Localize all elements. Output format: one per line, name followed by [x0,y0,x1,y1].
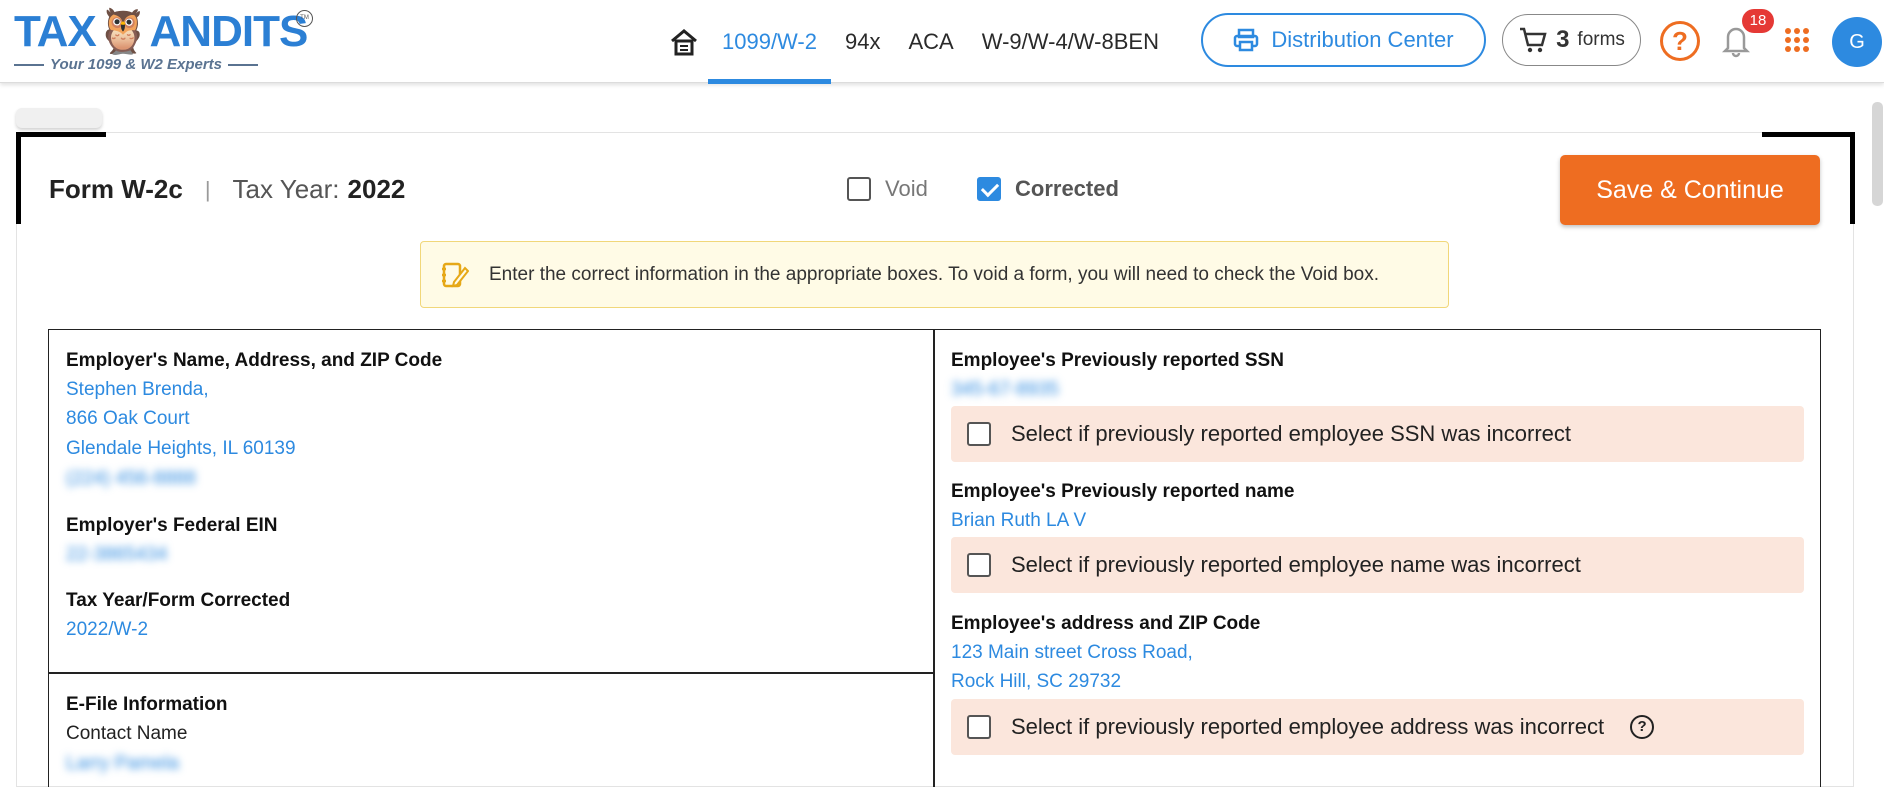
corrected-label: Corrected [1015,176,1119,201]
nav-aca[interactable]: ACA [894,20,967,64]
nav-w9-w4-w8ben[interactable]: W-9/W-4/W-8BEN [968,20,1173,64]
info-notice: Enter the correct information in the app… [420,241,1449,308]
contact-name-label: Contact Name [66,723,188,744]
employer-name[interactable]: Stephen Brenda, [66,379,209,401]
employer-ein-label: Employer's Federal EIN [66,515,278,536]
distribution-center-button[interactable]: Distribution Center [1201,13,1486,67]
avatar[interactable]: G [1832,17,1882,67]
notice-text: Enter the correct information in the app… [489,263,1379,285]
column-divider [933,329,935,787]
name-incorrect-checkbox[interactable] [967,553,991,577]
void-checkbox[interactable] [847,177,871,201]
ssn-incorrect-label: Select if previously reported employee S… [1011,421,1572,446]
note-edit-icon [442,262,469,287]
ssn-incorrect-option[interactable]: Select if previously reported employee S… [951,406,1804,462]
form-title: Form W-2c | Tax Year: 2022 [49,174,405,205]
cart-icon [1520,27,1547,53]
tax-year-form-value[interactable]: 2022/W-2 [66,619,148,641]
employee-address-line2[interactable]: Rock Hill, SC 29732 [951,671,1121,693]
employee-address-label: Employee's address and ZIP Code [951,613,1261,634]
address-incorrect-checkbox[interactable] [967,715,991,739]
help-icon[interactable]: ? [1660,21,1700,61]
question-mark-icon[interactable]: ? [1630,715,1655,739]
contact-name-value[interactable]: Larry Pamela [66,753,179,775]
tax-year-value: 2022 [347,174,406,204]
printer-icon [1234,28,1259,52]
employer-address-line2[interactable]: Glendale Heights, IL 60139 [66,438,296,460]
trademark-mark: TM [296,10,313,27]
top-header: TAX🦉ANDITS TM Your 1099 & W2 Experts 109… [0,0,1884,84]
ssn-incorrect-checkbox[interactable] [967,422,991,446]
address-incorrect-option[interactable]: Select if previously reported employee a… [951,699,1804,755]
apps-grid-icon[interactable] [1785,28,1809,52]
collapsed-tab[interactable] [16,108,102,128]
logo-wordmark: TAX🦉ANDITS [14,7,308,56]
employee-ssn[interactable]: 345-67-8935 [951,379,1059,401]
save-continue-button[interactable]: Save & Continue [1560,155,1820,225]
employer-address-line1[interactable]: 866 Oak Court [66,408,190,430]
form-name: Form W-2c [49,174,183,204]
page-scrollbar[interactable] [1872,102,1883,206]
void-checkbox-group[interactable]: Void [847,176,928,202]
employee-address-line1[interactable]: 123 Main street Cross Road, [951,642,1193,664]
efile-heading: E-File Information [66,694,228,715]
employee-ssn-label: Employee's Previously reported SSN [951,350,1284,371]
tax-year-label: Tax Year: [232,174,340,204]
logo-tagline: Your 1099 & W2 Experts [14,56,294,73]
employer-name-label: Employer's Name, Address, and ZIP Code [66,350,443,371]
employer-phone[interactable]: (224) 456-8888 [66,468,196,490]
employee-name-label: Employee's Previously reported name [951,481,1295,502]
home-icon[interactable] [660,20,708,64]
cart-label: forms [1577,29,1625,50]
employee-name[interactable]: Brian Ruth LA V [951,510,1086,532]
title-separator: | [204,176,211,202]
address-incorrect-label: Select if previously reported employee a… [1011,714,1605,739]
employer-ein[interactable]: 22-3865434 [66,544,167,566]
main-nav: 1099/W-2 94x ACA W-9/W-4/W-8BEN [660,20,1173,84]
nav-1099-w2[interactable]: 1099/W-2 [708,20,831,84]
corrected-checkbox[interactable] [977,177,1001,201]
tax-year-form-label: Tax Year/Form Corrected [66,590,291,611]
name-incorrect-option[interactable]: Select if previously reported employee n… [951,537,1804,593]
taxbandits-logo[interactable]: TAX🦉ANDITS TM Your 1099 & W2 Experts [14,8,314,76]
cart-count: 3 [1556,26,1570,53]
nav-94x[interactable]: 94x [831,20,894,64]
name-incorrect-label: Select if previously reported employee n… [1011,552,1581,577]
distribution-center-label: Distribution Center [1271,27,1454,52]
corrected-checkbox-group[interactable]: Corrected [977,176,1119,202]
cart-button[interactable]: 3 forms [1502,14,1641,66]
row-divider [48,672,934,674]
notification-count-badge: 18 [1742,9,1774,33]
void-label: Void [885,176,928,201]
